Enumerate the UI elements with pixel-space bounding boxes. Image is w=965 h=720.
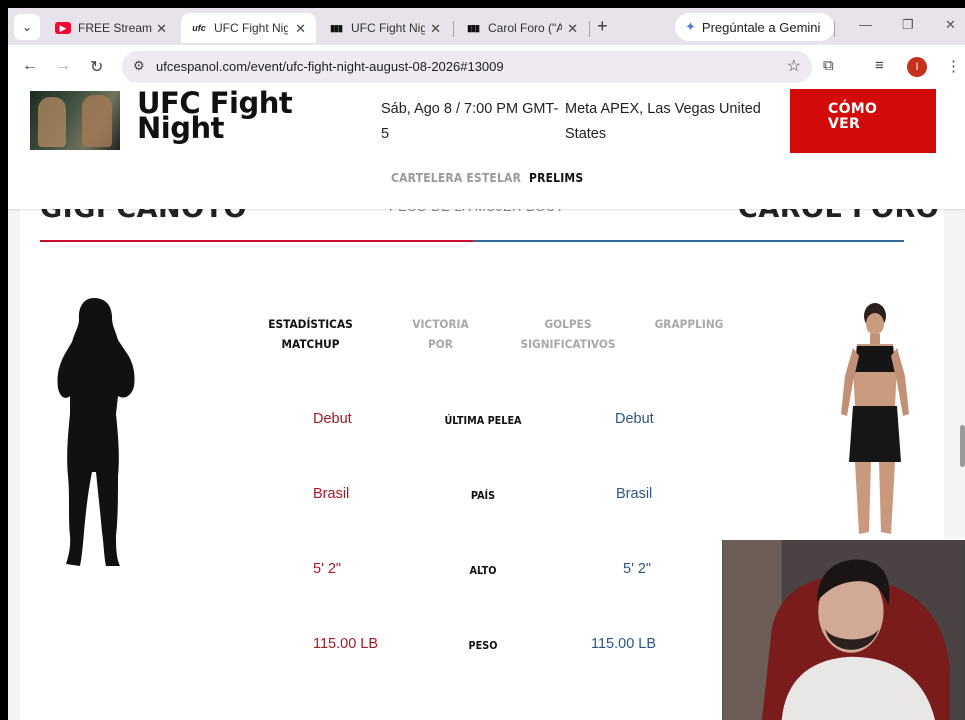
event-header: UFC Fight Night Sáb, Ago 8 / 7:00 PM GMT… [8,89,965,209]
tab-line: GOLPES [544,317,592,331]
url-text[interactable]: ufcespanol.com/event/ufc-fight-night-aug… [156,59,504,74]
close-icon[interactable]: ✕ [567,21,578,37]
tab-title: Carol Foro ("A [488,21,562,35]
tab-prelims[interactable]: PRELIMS [529,171,583,185]
blue-corner-divider [473,240,904,242]
red-corner-divider [40,240,475,242]
close-window-icon[interactable]: ✕ [945,17,956,33]
stat-label-country: PAÍS [470,489,496,502]
profile-avatar[interactable]: I [907,57,927,77]
chevron-down-icon: ⌄ [21,20,33,34]
blue-country: Brasil [616,486,653,502]
tab-title: UFC Fight Nig [214,21,288,35]
ufc-bars-icon: ▮▮▮ [467,22,480,33]
gemini-button[interactable]: ✦ Pregúntale a Gemini [675,13,834,41]
tab-line: ESTADÍSTICAS [268,317,353,331]
gemini-sparkle-icon: ✦ [685,19,696,34]
extensions-puzzle-icon[interactable]: ⧉ [823,57,834,74]
site-settings-icon[interactable]: ⚙ [133,58,145,74]
new-tab-button[interactable]: + [597,16,608,37]
tab-youtube[interactable]: ▶ FREE Stream S ✕ [45,13,177,43]
close-icon[interactable]: ✕ [430,21,441,37]
reload-icon[interactable]: ↻ [90,57,103,77]
how-to-watch-button[interactable]: CÓMO VER [790,89,936,153]
tab-divider [834,21,835,37]
webcam-overlay [720,538,965,720]
fighter-silhouette-red [57,298,135,566]
poster-figure [82,95,112,147]
back-arrow-icon[interactable]: ← [22,57,38,75]
tab-victoria-por[interactable]: VICTORIA POR [401,314,479,354]
media-queue-icon[interactable]: ≡ [875,57,884,74]
poster-figure [38,97,66,147]
tab-line: GRAPPLING [654,317,724,331]
event-poster-thumbnail[interactable] [30,91,120,150]
tab-title: UFC Fight Nig [351,21,425,35]
red-last-fight: Debut [313,411,352,427]
address-bar[interactable]: ⚙ ufcespanol.com/event/ufc-fight-night-a… [122,51,812,83]
tab-carol-foro[interactable]: ▮▮▮ Carol Foro ("A ✕ [455,13,588,43]
restore-icon[interactable]: ❐ [902,17,914,33]
event-venue: Meta APEX, Las Vegas United States [565,101,761,142]
red-weight: 115.00 LB [313,636,379,652]
tab-golpes-significativos[interactable]: GOLPES SIGNIFICATIVOS [511,314,625,354]
blue-weight: 115.00 LB [591,636,657,652]
browser-tab-bar: ⌄ ▶ FREE Stream S ✕ ufc UFC Fight Nig ✕ … [8,8,965,45]
blue-last-fight: Debut [615,411,654,427]
tab-cartelera-estelar[interactable]: CARTELERA ESTELAR [391,171,521,185]
scrollbar-thumb[interactable] [960,425,965,467]
minimize-icon[interactable]: — [859,17,872,32]
ufc-bars-icon: ▮▮▮ [330,22,343,33]
tab-line: SIGNIFICATIVOS [520,337,616,351]
tab-ufc-fight-night-active[interactable]: ufc UFC Fight Nig ✕ [181,13,316,43]
stat-label-weight: PESO [468,639,498,652]
blue-height: 5' 2" [623,561,652,577]
close-icon[interactable]: ✕ [295,21,306,37]
event-date: Sáb, Ago 8 / 7:00 PM GMT-5 [381,101,559,142]
stat-label-last-fight: ÚLTIMA PELEA [444,414,522,427]
gemini-label: Pregúntale a Gemini [701,19,821,35]
watch-button-label: CÓMO VER [828,101,878,132]
youtube-icon: ▶ [55,22,71,34]
bookmark-star-icon[interactable]: ☆ [787,56,801,76]
tab-ufc-fight-night[interactable]: ▮▮▮ UFC Fight Nig ✕ [318,13,451,43]
tab-estadisticas-matchup[interactable]: ESTADÍSTICAS MATCHUP [262,314,359,354]
more-options-icon[interactable]: ⋮ [946,57,961,75]
red-height: 5' 2" [313,561,342,577]
tab-line: MATCHUP [281,337,340,351]
tab-title: FREE Stream S [78,21,152,35]
tab-divider [589,21,590,37]
event-title: UFC Fight Night [137,89,293,145]
forward-arrow-icon[interactable]: → [55,57,71,75]
tab-grappling[interactable]: GRAPPLING [650,314,727,334]
tab-line: POR [428,337,453,351]
avatar-initial: I [915,61,919,73]
stat-label-height: ALTO [469,564,497,577]
fighter-photo-blue [841,303,909,534]
plus-icon: + [597,16,608,36]
tab-divider [453,21,454,37]
tab-search-button[interactable]: ⌄ [14,14,40,40]
browser-toolbar: ← → ↻ ⚙ ufcespanol.com/event/ufc-fight-n… [8,45,965,89]
red-country: Brasil [313,486,350,502]
close-icon[interactable]: ✕ [156,21,167,37]
tab-line: VICTORIA [412,317,469,331]
screen: ⌄ ▶ FREE Stream S ✕ ufc UFC Fight Nig ✕ … [0,0,965,720]
ufc-icon: ufc [192,23,206,33]
